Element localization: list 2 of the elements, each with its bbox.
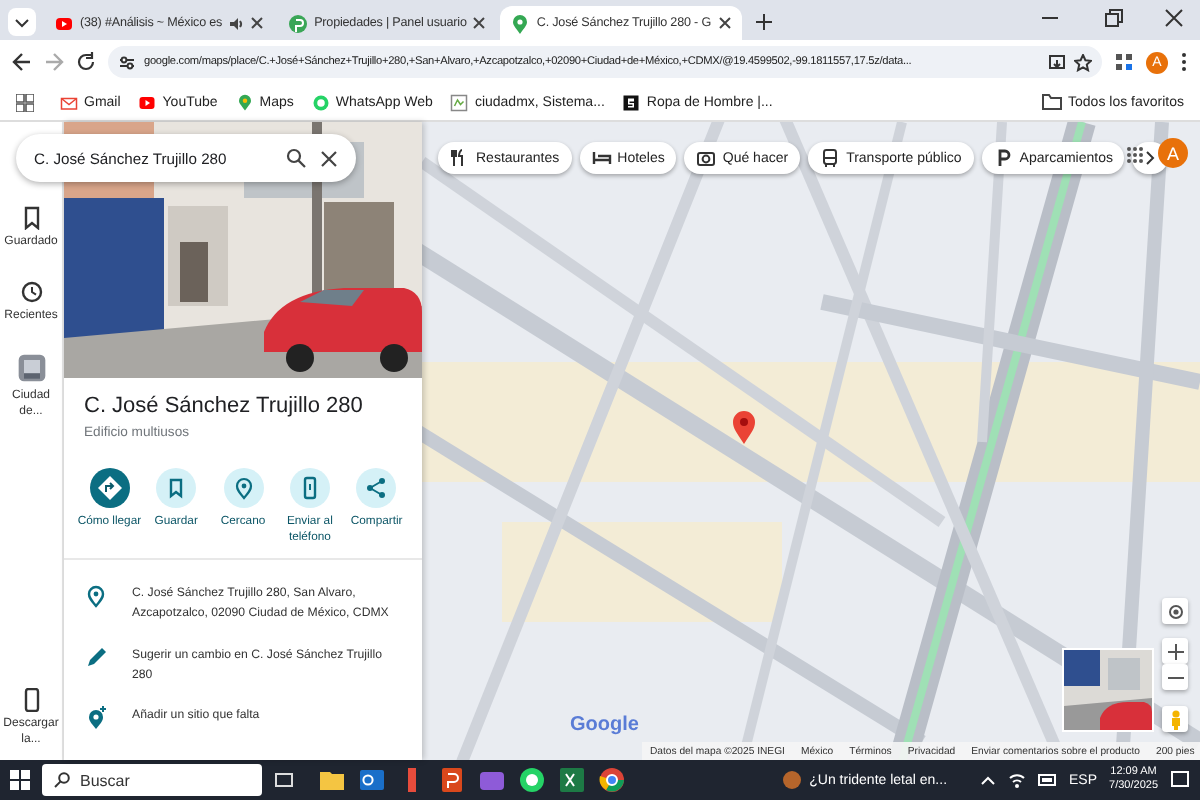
place-title: C. José Sánchez Trujillo 280 [84,394,365,418]
taskbar-search[interactable]: Buscar [42,764,262,797]
